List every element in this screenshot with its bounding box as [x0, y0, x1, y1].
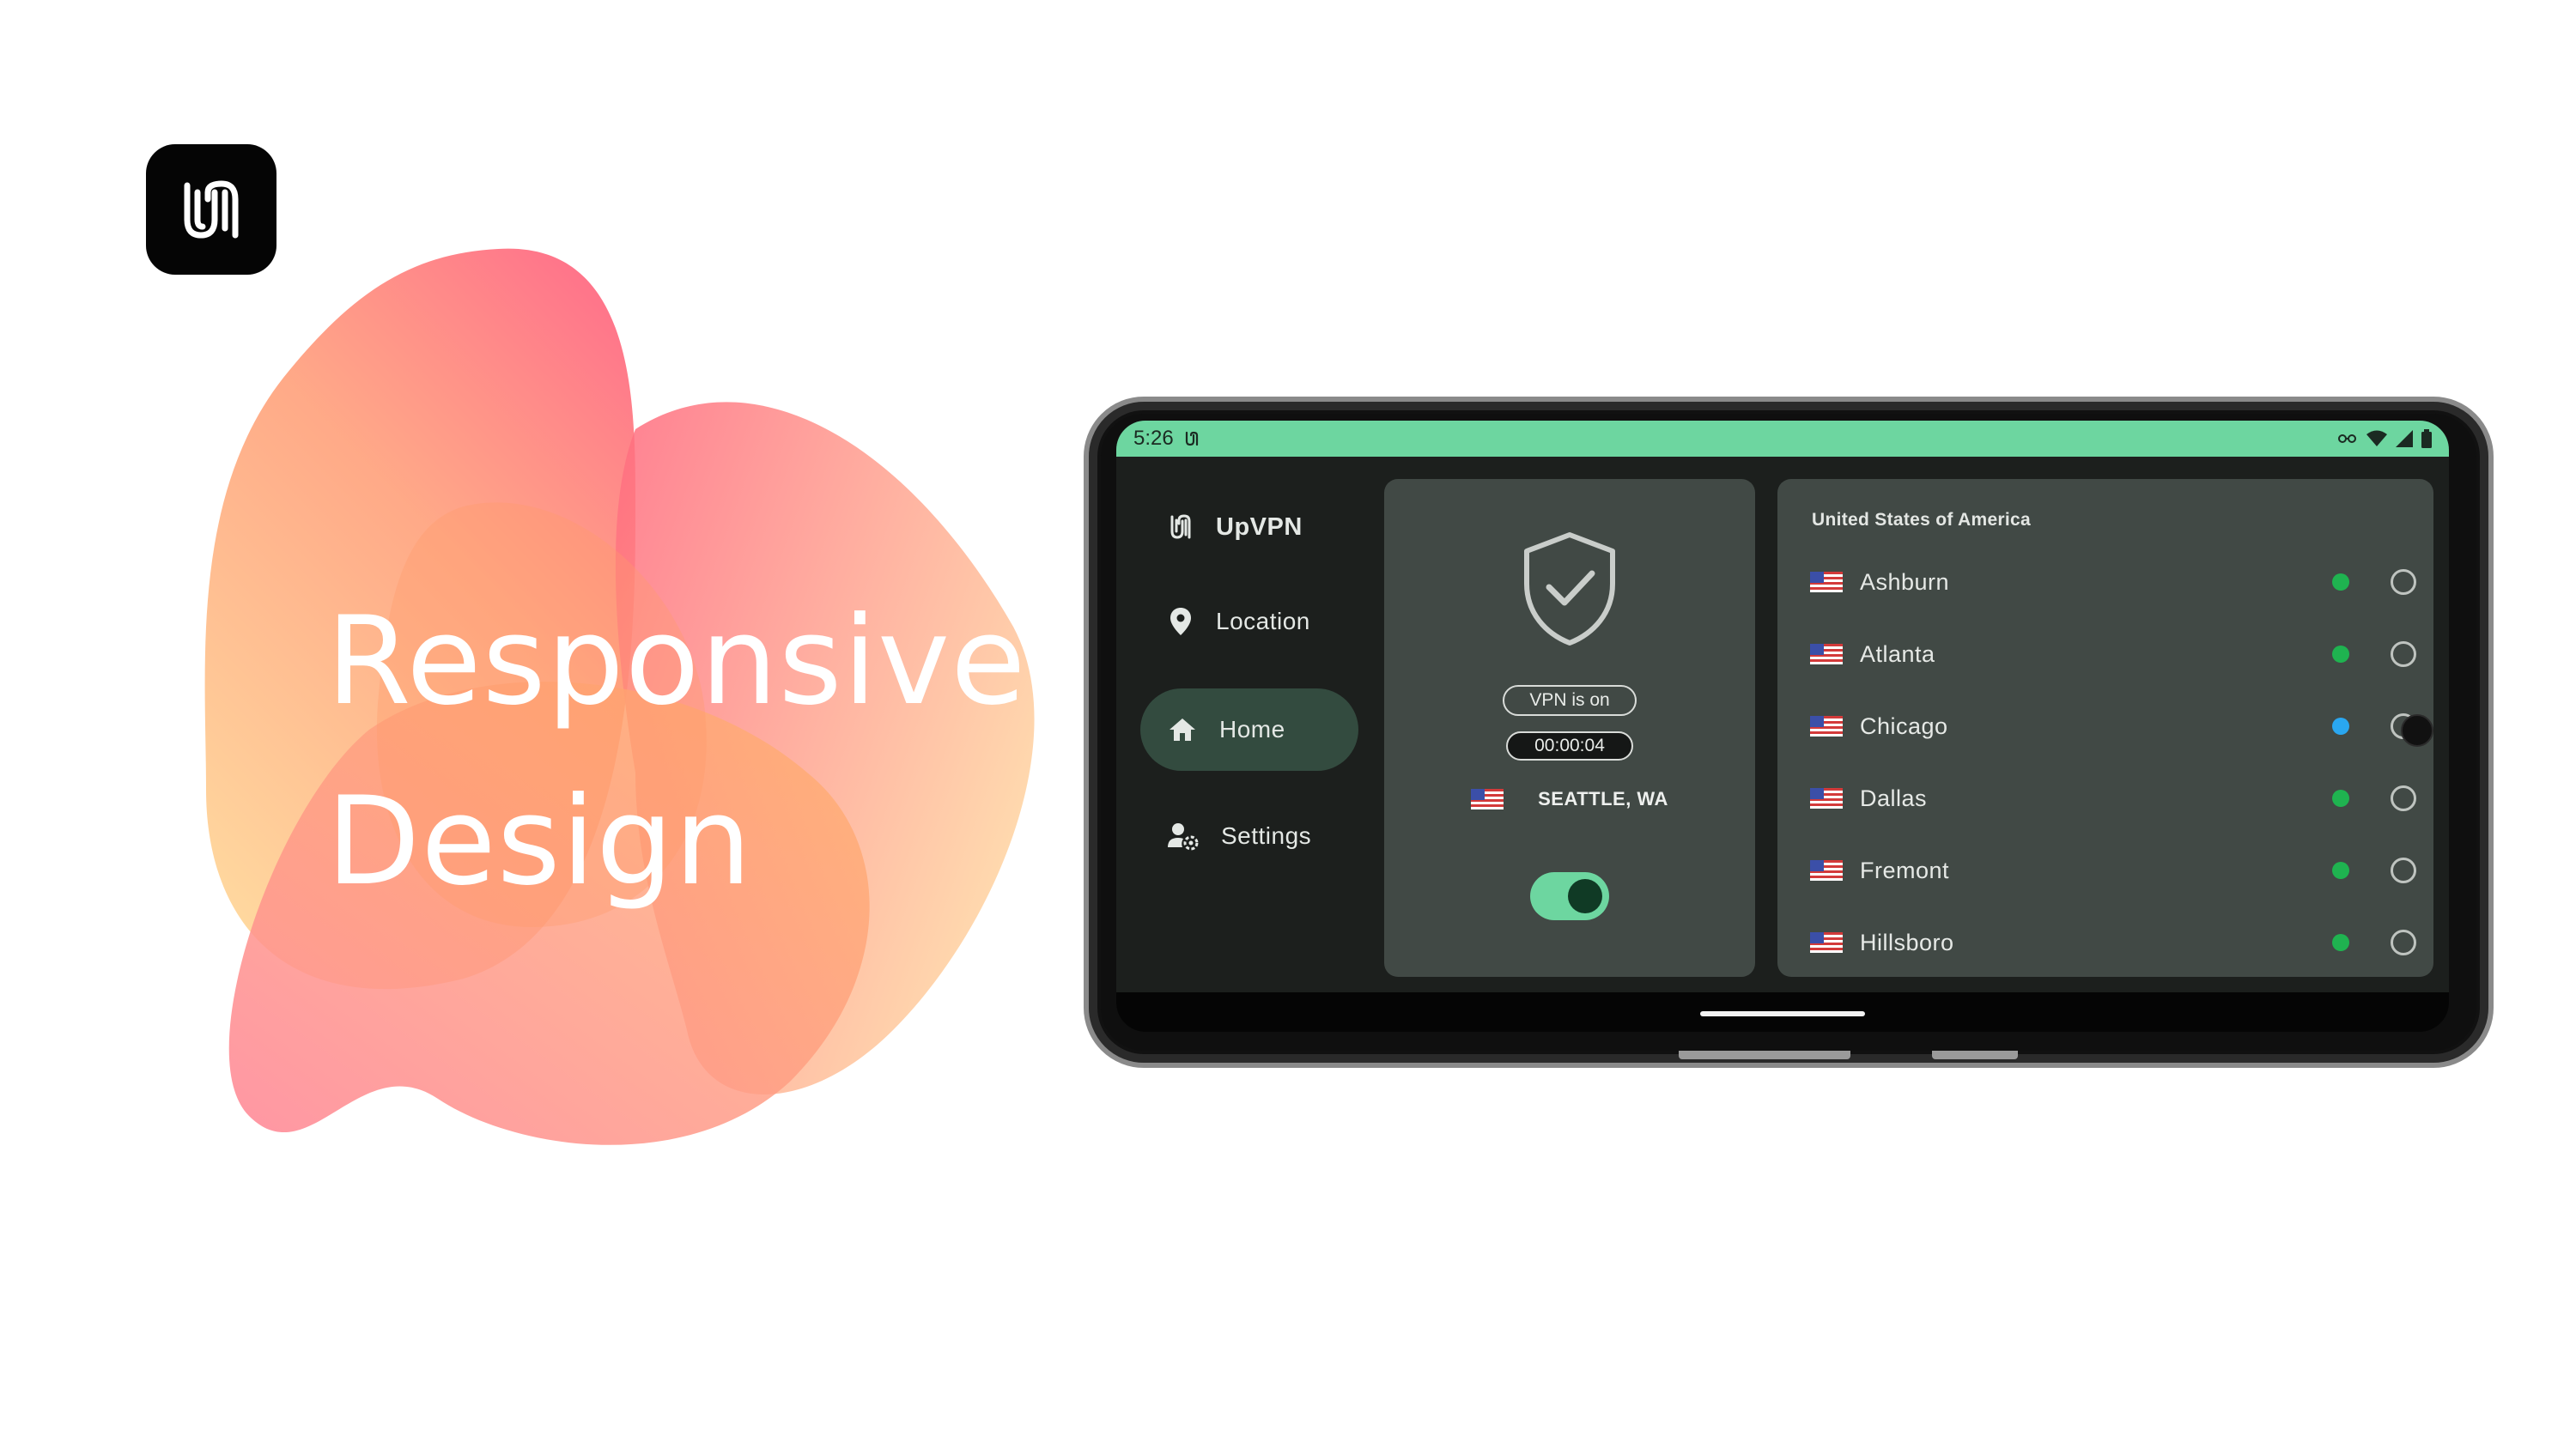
server-select-radio[interactable]: [2391, 785, 2416, 811]
server-name: Ashburn: [1860, 568, 1950, 595]
vpn-status-badge: VPN is on: [1503, 685, 1637, 716]
nav-item-settings[interactable]: Settings: [1140, 795, 1358, 877]
status-bar: 5:26: [1116, 421, 2449, 457]
server-status-dot: [2332, 862, 2349, 879]
server-row[interactable]: Atlanta: [1810, 628, 2416, 680]
location-pin-icon: [1170, 608, 1191, 635]
home-indicator[interactable]: [1700, 1011, 1865, 1016]
server-status-dot: [2332, 573, 2349, 591]
us-flag-icon: [1471, 789, 1504, 809]
server-row[interactable]: Fremont: [1810, 845, 2416, 896]
nav-item-location[interactable]: Location: [1140, 580, 1358, 663]
server-status-dot: [2332, 718, 2349, 735]
phone-button: [1932, 1051, 2018, 1059]
server-name: Atlanta: [1860, 640, 1935, 667]
upvpn-app-icon: [1170, 514, 1191, 539]
server-name: Fremont: [1860, 857, 1950, 883]
status-time: 5:26: [1133, 427, 1174, 450]
server-row[interactable]: Hillsboro: [1810, 917, 2416, 968]
manage-accounts-icon: [1168, 823, 1199, 851]
server-row[interactable]: Chicago: [1810, 700, 2416, 752]
server-row[interactable]: Ashburn: [1810, 556, 2416, 608]
front-camera: [2401, 714, 2433, 747]
upvpn-notification-icon: [1185, 431, 1198, 446]
current-location-label: SEATTLE, WA: [1538, 788, 1668, 809]
server-name: Chicago: [1860, 712, 1948, 739]
current-location[interactable]: SEATTLE, WA: [1384, 788, 1755, 810]
phone-button: [1679, 1051, 1850, 1059]
server-list-card: United States of America Ashburn Atlanta C…: [1777, 479, 2433, 977]
nav-app-header: UpVPN: [1140, 486, 1358, 568]
wifi-icon: [2366, 430, 2387, 446]
nav-item-label: Location: [1216, 608, 1310, 634]
server-status-dot: [2332, 790, 2349, 807]
shield-check-icon: [1524, 532, 1615, 646]
us-flag-icon: [1810, 572, 1843, 592]
vpn-status-card: VPN is on 00:00:04 SEATTLE, WA: [1384, 479, 1755, 977]
country-heading: United States of America: [1812, 510, 2031, 530]
server-select-radio[interactable]: [2391, 858, 2416, 883]
server-row[interactable]: Dallas: [1810, 773, 2416, 824]
nav-item-label: Settings: [1221, 822, 1312, 849]
nav-item-home[interactable]: Home: [1140, 688, 1358, 771]
vpn-key-icon: [2338, 434, 2356, 443]
us-flag-icon: [1810, 644, 1843, 664]
us-flag-icon: [1810, 716, 1843, 737]
server-name: Hillsboro: [1860, 929, 1954, 955]
server-select-radio[interactable]: [2391, 569, 2416, 595]
vpn-toggle-switch[interactable]: [1530, 872, 1609, 920]
cellular-signal-icon: [2396, 430, 2413, 447]
battery-icon: [2421, 429, 2432, 448]
hero-title-line-1: Responsive: [326, 591, 1027, 732]
server-name: Dallas: [1860, 785, 1928, 811]
us-flag-icon: [1810, 932, 1843, 953]
us-flag-icon: [1810, 788, 1843, 809]
us-flag-icon: [1810, 860, 1843, 881]
phone-screen: 5:26 UpVPN Location Home Settings VPN is…: [1116, 421, 2449, 1032]
server-status-dot: [2332, 646, 2349, 663]
hero-title-line-2: Design: [326, 771, 753, 912]
server-status-dot: [2332, 934, 2349, 951]
server-select-radio[interactable]: [2391, 930, 2416, 955]
server-select-radio[interactable]: [2391, 641, 2416, 667]
vpn-toggle-thumb: [1568, 879, 1602, 913]
home-icon: [1170, 718, 1195, 741]
connection-timer: 00:00:04: [1506, 731, 1633, 761]
nav-item-label: Home: [1219, 716, 1285, 743]
app-title: UpVPN: [1216, 512, 1303, 541]
